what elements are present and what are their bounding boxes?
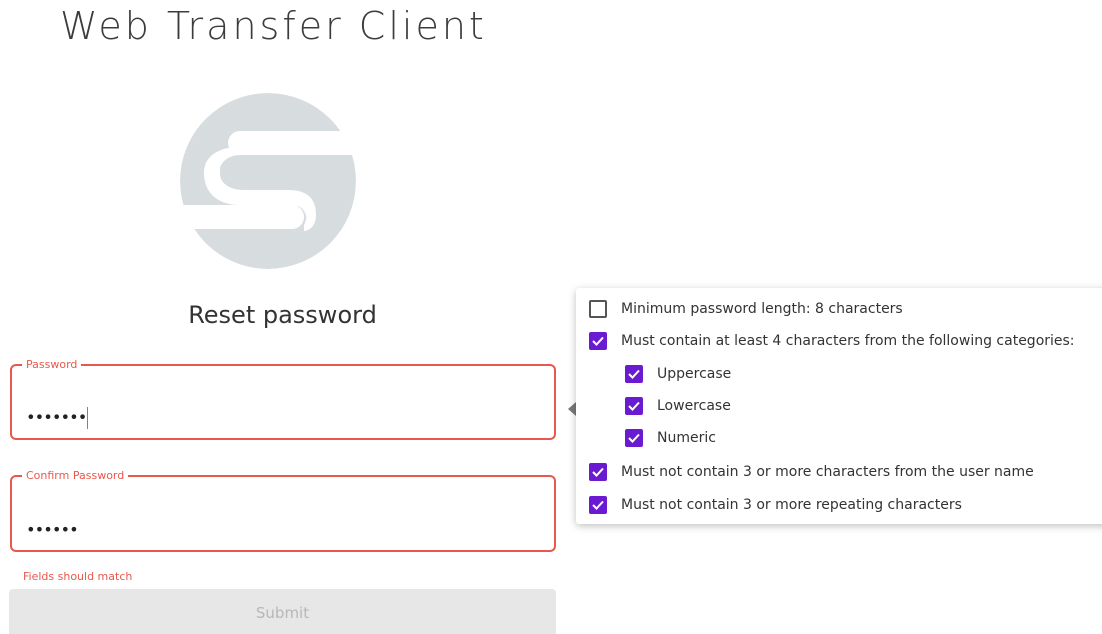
password-label: Password	[26, 358, 78, 371]
requirement-label: Must contain at least 4 characters from …	[621, 333, 1075, 349]
app-title: Web Transfer Client	[60, 4, 487, 48]
checkbox-checked-icon	[589, 463, 607, 481]
checkbox-checked-icon	[625, 365, 643, 383]
password-field[interactable]: Password •••••••	[10, 358, 556, 440]
requirement-item: Numeric	[625, 429, 716, 447]
requirement-item: Lowercase	[625, 397, 731, 415]
requirement-label: Numeric	[657, 430, 716, 446]
validation-error-text: Fields should match	[23, 570, 133, 583]
checkbox-checked-icon	[625, 429, 643, 447]
requirement-item: Must not contain 3 or more characters fr…	[589, 463, 1034, 481]
requirement-label: Minimum password length: 8 characters	[621, 301, 903, 317]
submit-button[interactable]: Submit	[9, 589, 556, 634]
requirement-item: Must not contain 3 or more repeating cha…	[589, 496, 962, 514]
confirm-password-field[interactable]: Confirm Password ••••••	[10, 469, 556, 552]
reset-password-page: Web Transfer Client Reset password Passw…	[0, 0, 1102, 634]
password-value: •••••••	[26, 407, 87, 427]
requirement-item: Minimum password length: 8 characters	[589, 300, 903, 318]
requirement-label: Uppercase	[657, 366, 732, 382]
requirement-label: Must not contain 3 or more repeating cha…	[621, 497, 962, 513]
checkbox-checked-icon	[625, 397, 643, 415]
popover-arrow-icon	[568, 402, 576, 416]
confirm-password-label: Confirm Password	[26, 469, 125, 482]
checkbox-checked-icon	[589, 496, 607, 514]
confirm-password-input[interactable]: ••••••	[26, 520, 79, 539]
password-input[interactable]: •••••••	[26, 407, 89, 429]
brand-s-logo-icon	[180, 93, 356, 269]
requirement-label: Lowercase	[657, 398, 731, 414]
text-caret	[87, 407, 89, 429]
checkbox-unchecked-icon	[589, 300, 607, 318]
reset-password-heading: Reset password	[188, 301, 377, 329]
password-requirements-popover: Minimum password length: 8 characters Mu…	[576, 288, 1102, 524]
requirement-label: Must not contain 3 or more characters fr…	[621, 464, 1034, 480]
requirement-item: Must contain at least 4 characters from …	[589, 332, 1075, 350]
checkbox-checked-icon	[589, 332, 607, 350]
requirement-item: Uppercase	[625, 365, 731, 383]
